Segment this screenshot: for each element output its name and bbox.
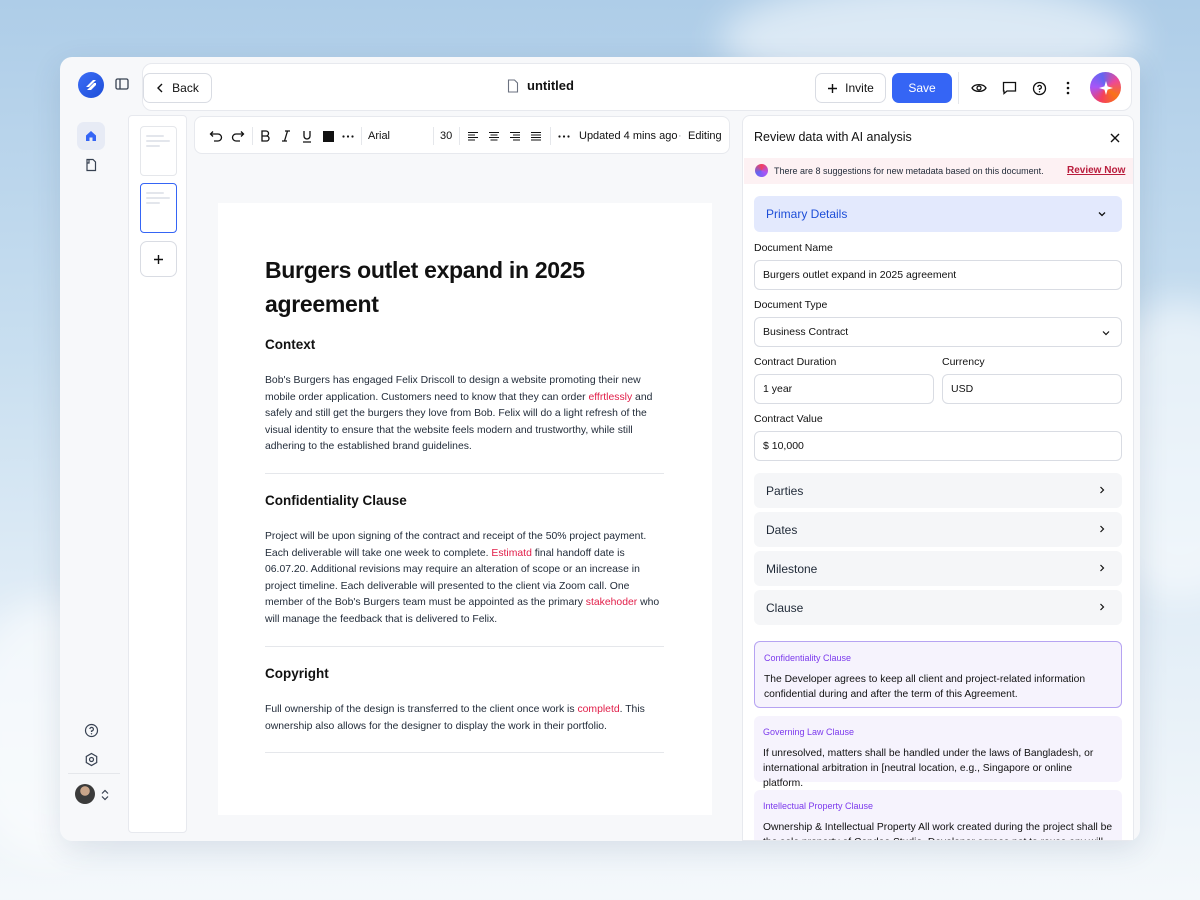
document-name-input[interactable]: Burgers outlet expand in 2025 agreement bbox=[754, 260, 1122, 290]
spelling-error: stakehoder bbox=[585, 597, 638, 608]
document-name-label: Document Name bbox=[754, 242, 833, 254]
more-vertical-icon[interactable] bbox=[1059, 79, 1077, 97]
help-circle-icon[interactable] bbox=[1030, 79, 1048, 97]
italic-icon[interactable] bbox=[279, 128, 293, 144]
section-divider bbox=[265, 473, 664, 474]
comment-icon[interactable] bbox=[1000, 79, 1018, 97]
bold-icon[interactable] bbox=[258, 128, 272, 144]
page-thumbnail-2[interactable] bbox=[140, 183, 177, 233]
file-icon bbox=[507, 78, 519, 93]
chevron-right-icon bbox=[1100, 525, 1105, 533]
pages-panel bbox=[128, 115, 187, 833]
home-icon[interactable] bbox=[77, 122, 105, 150]
top-bar: Back untitled Invite Save bbox=[142, 63, 1132, 111]
plus-icon bbox=[154, 254, 163, 264]
save-button-label: Save bbox=[908, 81, 936, 95]
contract-value-label: Contract Value bbox=[754, 413, 823, 425]
section-divider bbox=[265, 752, 664, 753]
clause-card-intellectual-property[interactable]: Intellectual Property Clause Ownership &… bbox=[754, 790, 1122, 840]
primary-details-label: Primary Details bbox=[766, 207, 848, 221]
invite-button-label: Invite bbox=[845, 81, 874, 95]
preview-eye-icon[interactable] bbox=[970, 79, 988, 97]
font-family-select[interactable]: Arial bbox=[368, 128, 390, 144]
align-left-icon[interactable] bbox=[466, 128, 480, 144]
settings-icon[interactable] bbox=[77, 745, 105, 773]
contract-value-input[interactable]: $ 10,000 bbox=[754, 431, 1122, 461]
currency-input[interactable]: USD bbox=[942, 374, 1122, 404]
more-format-icon[interactable] bbox=[557, 128, 571, 144]
ai-review-panel: Review data with AI analysis There are 8… bbox=[742, 115, 1134, 841]
suggestions-banner: There are 8 suggestions for new metadata… bbox=[744, 158, 1133, 184]
back-button-label: Back bbox=[172, 81, 199, 95]
spelling-error: Estimatd bbox=[491, 547, 532, 559]
section-divider bbox=[265, 646, 664, 647]
panel-title: Review data with AI analysis bbox=[754, 130, 912, 144]
updated-status: Updated 4 mins ago bbox=[579, 130, 678, 142]
document-page[interactable]: Burgers outlet expand in 2025 agreement … bbox=[218, 203, 712, 815]
document-heading: Burgers outlet expand in 2025 agreement bbox=[265, 257, 585, 317]
sidebar-toggle-icon[interactable] bbox=[115, 77, 129, 91]
document-icon[interactable] bbox=[77, 151, 105, 179]
chevron-right-icon bbox=[1100, 564, 1105, 572]
contract-duration-input[interactable]: 1 year bbox=[754, 374, 934, 404]
close-icon[interactable] bbox=[1109, 131, 1121, 143]
left-rail bbox=[60, 57, 129, 841]
chevron-right-icon bbox=[1100, 603, 1105, 611]
document-title[interactable]: untitled bbox=[507, 78, 574, 93]
back-button[interactable]: Back bbox=[143, 73, 212, 103]
paragraph-copyright: Full ownership of the design is transfer… bbox=[265, 704, 645, 732]
editing-mode[interactable]: Editing bbox=[688, 128, 722, 144]
page-thumbnail-1[interactable] bbox=[140, 126, 177, 176]
document-type-select[interactable]: Business Contract bbox=[754, 317, 1122, 347]
clause-card-confidentiality[interactable]: Confidentiality Clause The Developer agr… bbox=[754, 641, 1122, 708]
chevron-left-icon bbox=[157, 83, 163, 93]
accordion-milestone[interactable]: Milestone bbox=[754, 551, 1122, 586]
user-avatar[interactable] bbox=[75, 784, 95, 804]
accordion-parties[interactable]: Parties bbox=[754, 473, 1122, 508]
paragraph-context: Bob's Burgers has engaged Felix Driscoll… bbox=[265, 375, 653, 452]
topbar-divider bbox=[958, 72, 959, 104]
spelling-error: completd bbox=[577, 704, 620, 715]
section-heading-copyright: Copyright bbox=[265, 666, 329, 681]
undo-icon[interactable] bbox=[208, 128, 224, 144]
more-options-icon[interactable] bbox=[341, 128, 355, 144]
font-size-select[interactable]: 30 bbox=[440, 128, 452, 144]
text-color-swatch[interactable] bbox=[321, 128, 335, 144]
primary-details-header[interactable]: Primary Details bbox=[754, 196, 1122, 232]
section-heading-confidentiality: Confidentiality Clause bbox=[265, 493, 407, 508]
help-icon[interactable] bbox=[77, 716, 105, 744]
review-now-link[interactable]: Review Now bbox=[1067, 165, 1125, 176]
ai-sparkle-icon bbox=[755, 164, 768, 177]
app-logo[interactable] bbox=[78, 72, 104, 98]
chevron-right-icon bbox=[1100, 486, 1105, 494]
editor-toolbar: Arial 30 Updated 4 mins ago · Editing bbox=[194, 116, 730, 154]
account-switch-icon[interactable] bbox=[100, 788, 110, 806]
save-button[interactable]: Save bbox=[892, 73, 952, 103]
document-type-label: Document Type bbox=[754, 299, 828, 311]
invite-button[interactable]: Invite bbox=[815, 73, 886, 103]
paragraph-confidentiality: Project will be upon signing of the cont… bbox=[265, 531, 660, 625]
contract-duration-label: Contract Duration bbox=[754, 356, 837, 368]
spelling-error: effrtlessly bbox=[588, 391, 633, 403]
document-title-text: untitled bbox=[527, 78, 574, 93]
chevron-down-icon bbox=[1098, 212, 1106, 217]
plus-icon bbox=[828, 83, 838, 93]
ai-assistant-sparkle-icon[interactable] bbox=[1090, 72, 1121, 103]
align-justify-icon[interactable] bbox=[529, 128, 543, 144]
align-center-icon[interactable] bbox=[487, 128, 501, 144]
align-right-icon[interactable] bbox=[508, 128, 522, 144]
redo-icon[interactable] bbox=[230, 128, 246, 144]
rail-divider bbox=[68, 773, 120, 774]
app-window: Back untitled Invite Save Arial 30 Updat… bbox=[60, 57, 1140, 841]
chevron-down-icon bbox=[1102, 331, 1110, 336]
clause-card-governing-law[interactable]: Governing Law Clause If unresolved, matt… bbox=[754, 716, 1122, 789]
accordion-clause[interactable]: Clause bbox=[754, 590, 1122, 625]
banner-text: There are 8 suggestions for new metadata… bbox=[774, 166, 1044, 176]
add-page-button[interactable] bbox=[140, 241, 177, 277]
accordion-dates[interactable]: Dates bbox=[754, 512, 1122, 547]
section-heading-context: Context bbox=[265, 337, 316, 352]
underline-icon[interactable] bbox=[300, 128, 314, 144]
currency-label: Currency bbox=[942, 356, 985, 368]
